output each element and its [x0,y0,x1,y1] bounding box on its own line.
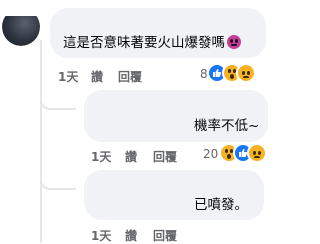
like-button[interactable]: 讚 [125,148,137,165]
comment-time[interactable]: 1天 [58,68,78,85]
reaction-count: 20 [203,147,219,161]
comment-text-row: 這是否意味著要火山爆發嗎 [63,34,241,52]
comment-text: 這是否意味著要火山爆發嗎 [63,35,225,51]
reactions[interactable]: 8 [200,62,270,86]
reply-button[interactable]: 回覆 [153,148,177,165]
avatar[interactable] [2,16,40,46]
worried-face-emoji [227,35,241,49]
like-button[interactable]: 讚 [125,227,137,244]
sad-icon [236,63,256,83]
reply-button[interactable]: 回覆 [118,68,142,85]
reactions[interactable]: 20 [203,142,275,166]
reply-button[interactable]: 回覆 [153,227,177,244]
comment-time[interactable]: 1天 [91,148,111,165]
comment-text: 機率不低~ [194,118,260,134]
like-button[interactable]: 讚 [91,68,103,85]
thread-branch [40,172,76,190]
thread-line [40,40,42,243]
comment-time[interactable]: 1天 [91,227,111,244]
comment-text: 已噴發。 [194,197,248,213]
thread-branch [40,92,76,110]
sad-icon [247,143,267,163]
